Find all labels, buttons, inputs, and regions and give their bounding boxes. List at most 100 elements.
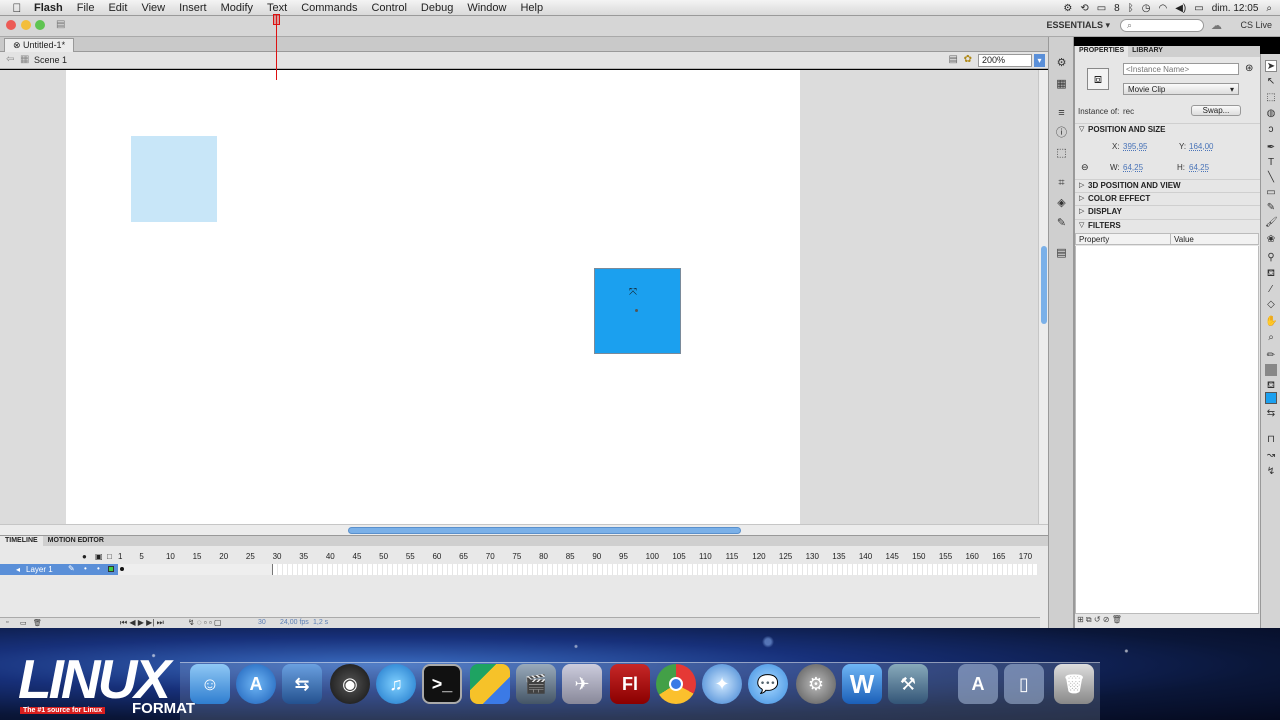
brush-tool-icon[interactable]: 🖌 <box>1265 217 1278 229</box>
menu-file[interactable]: File <box>77 2 95 14</box>
status-count[interactable]: 8 <box>1114 3 1120 14</box>
lock-icon[interactable]: ▣ <box>95 552 103 561</box>
hand-tool-icon[interactable]: ✋ <box>1265 316 1277 328</box>
system-preferences-icon[interactable]: ⚙ <box>796 664 836 704</box>
eraser-tool-icon[interactable]: ◇ <box>1265 299 1277 311</box>
outline-color-swatch[interactable] <box>108 566 114 572</box>
fill-bucket-icon[interactable]: ⛾ <box>1265 380 1277 392</box>
flash-app-icon[interactable]: Fl <box>610 664 650 704</box>
bluetooth-icon[interactable]: ᛒ <box>1128 3 1134 14</box>
zoom-dropdown-icon[interactable]: ▾ <box>1034 54 1045 67</box>
playhead[interactable] <box>273 14 280 80</box>
horizontal-scroll-thumb[interactable] <box>348 527 741 534</box>
transform-icon[interactable]: ⬚ <box>1055 147 1068 159</box>
sync-icon[interactable]: ⟲ <box>1080 3 1088 14</box>
menu-control[interactable]: Control <box>371 2 406 14</box>
text-tool-icon[interactable]: T <box>1265 157 1277 169</box>
menu-modify[interactable]: Modify <box>221 2 253 14</box>
section-3d-position[interactable]: ▷ 3D POSITION AND VIEW <box>1075 179 1261 191</box>
panel-toggle-icon[interactable]: ▤ <box>56 19 65 30</box>
trash-icon[interactable]: 🗑 <box>1054 664 1094 704</box>
y-value[interactable]: 164,00 <box>1189 142 1213 151</box>
history-icon[interactable]: ▤ <box>1055 247 1068 259</box>
menu-view[interactable]: View <box>141 2 165 14</box>
actions-icon[interactable]: ✎ <box>1055 217 1068 229</box>
section-color-effect[interactable]: ▷ COLOR EFFECT <box>1075 192 1261 204</box>
document-tab[interactable]: ⊗ Untitled-1* <box>4 38 75 52</box>
paint-bucket-tool-icon[interactable]: ⛾ <box>1265 268 1277 280</box>
battery-icon[interactable]: ▭ <box>1194 3 1203 14</box>
current-frame-readout[interactable]: 30 <box>258 619 266 626</box>
deco-tool-icon[interactable]: ❀ <box>1265 234 1277 246</box>
x-value[interactable]: 395,95 <box>1123 142 1147 151</box>
faded-rectangle[interactable] <box>131 136 217 222</box>
cs-live-button[interactable]: CS Live <box>1240 20 1272 30</box>
pen-tool-icon[interactable]: ✒ <box>1265 142 1277 154</box>
apple-icon[interactable]:  <box>10 1 24 15</box>
spotlight-icon[interactable]: ⌕ <box>1266 3 1272 14</box>
layer-frames[interactable] <box>118 564 1038 575</box>
menu-text[interactable]: Text <box>267 2 287 14</box>
time-machine-icon[interactable]: ◷ <box>1142 3 1151 14</box>
playhead-handle[interactable] <box>273 14 280 25</box>
keyframe-dot[interactable] <box>120 567 124 571</box>
menu-debug[interactable]: Debug <box>421 2 453 14</box>
edit-symbols-icon[interactable]: ✿ <box>964 54 972 65</box>
stroke-color-swatch[interactable] <box>1265 364 1277 376</box>
itunes-icon[interactable]: ♫ <box>376 664 416 704</box>
migration-icon[interactable]: ⇆ <box>282 664 322 704</box>
google-drive-icon[interactable] <box>470 664 510 704</box>
components-icon[interactable]: ◈ <box>1055 197 1068 209</box>
rectangle-tool-icon[interactable]: ▭ <box>1265 187 1277 199</box>
link-constraint-icon[interactable]: ⊖ <box>1081 162 1089 173</box>
messages-icon[interactable]: 💬 <box>748 664 788 704</box>
smooth-icon[interactable]: ↝ <box>1265 450 1277 462</box>
eyedropper-tool-icon[interactable]: ⁄ <box>1265 284 1277 296</box>
finder-icon[interactable]: ☺ <box>190 664 230 704</box>
chrome-icon[interactable] <box>656 664 696 704</box>
help-search-input[interactable]: ⌕ <box>1120 19 1204 32</box>
straighten-icon[interactable]: ↯ <box>1265 466 1277 478</box>
menu-commands[interactable]: Commands <box>301 2 357 14</box>
onion-skin-icons[interactable]: ↯ ◌ ▫ ▫ ▢ <box>188 618 222 627</box>
filters-list[interactable] <box>1075 246 1259 614</box>
zoom-tool-icon[interactable]: ⌕ <box>1265 332 1277 344</box>
add-filter-icon[interactable]: ⊞ ⧉ ↺ ⊘ 🗑 <box>1077 615 1122 625</box>
playback-controls[interactable]: ⏮ ◀ ▶ ▶| ⏭ <box>120 618 164 628</box>
scene-breadcrumb[interactable]: Scene 1 <box>34 55 67 65</box>
tab-library[interactable]: LIBRARY <box>1128 46 1167 57</box>
status-icon[interactable]: ⚙ <box>1063 3 1072 14</box>
selection-tool-icon[interactable]: ➤ <box>1265 60 1277 72</box>
terminal-icon[interactable]: >_ <box>422 664 462 704</box>
fps-readout[interactable]: 24,00 fps <box>280 619 309 626</box>
info-icon[interactable]: ⓘ <box>1055 127 1068 139</box>
frame-ruler[interactable]: 1 5 10 15 20 25 30 35 40 45 50 55 60 65 70 75 80 85 90 95 10… <box>118 551 1038 563</box>
volume-icon[interactable]: ◀) <box>1175 3 1186 14</box>
align-icon[interactable]: ≡ <box>1055 107 1068 119</box>
tab-properties[interactable]: PROPERTIES <box>1075 46 1129 57</box>
layer-name[interactable]: Layer 1 <box>26 565 53 574</box>
edit-scene-icon[interactable]: ▤ <box>949 54 958 65</box>
w-value[interactable]: 64,25 <box>1123 163 1143 172</box>
vertical-scroll-thumb[interactable] <box>1041 246 1047 324</box>
lock-dot-icon[interactable]: • <box>97 564 100 573</box>
menu-help[interactable]: Help <box>520 2 543 14</box>
imovie-icon[interactable]: 🎬 <box>516 664 556 704</box>
display-icon[interactable]: ▭ <box>1097 3 1106 14</box>
layer-row[interactable]: ◂ Layer 1 ✎ • • <box>0 564 118 575</box>
outline-icon[interactable]: □ <box>107 552 112 561</box>
instance-name-input[interactable] <box>1123 63 1239 75</box>
lasso-tool-icon[interactable]: ↄ <box>1265 124 1277 136</box>
free-transform-tool-icon[interactable]: ⬚ <box>1265 92 1277 104</box>
workspace-switcher[interactable]: ESSENTIALS ▾ <box>1046 20 1110 31</box>
h-value[interactable]: 64,25 <box>1189 163 1209 172</box>
back-arrow-icon[interactable]: ⇦ <box>6 54 14 65</box>
pencil-tool-icon[interactable]: ✎ <box>1265 202 1277 214</box>
applications-folder-icon[interactable]: A <box>958 664 998 704</box>
motion-presets-icon[interactable]: ⚙ <box>1055 57 1068 69</box>
stage-vertical-scrollbar[interactable] <box>1038 70 1048 524</box>
close-window-button[interactable] <box>6 20 16 30</box>
filled-frames[interactable] <box>118 564 273 575</box>
tab-motion-editor[interactable]: MOTION EDITOR <box>43 536 109 546</box>
xcode-icon[interactable]: ⚒ <box>888 664 928 704</box>
